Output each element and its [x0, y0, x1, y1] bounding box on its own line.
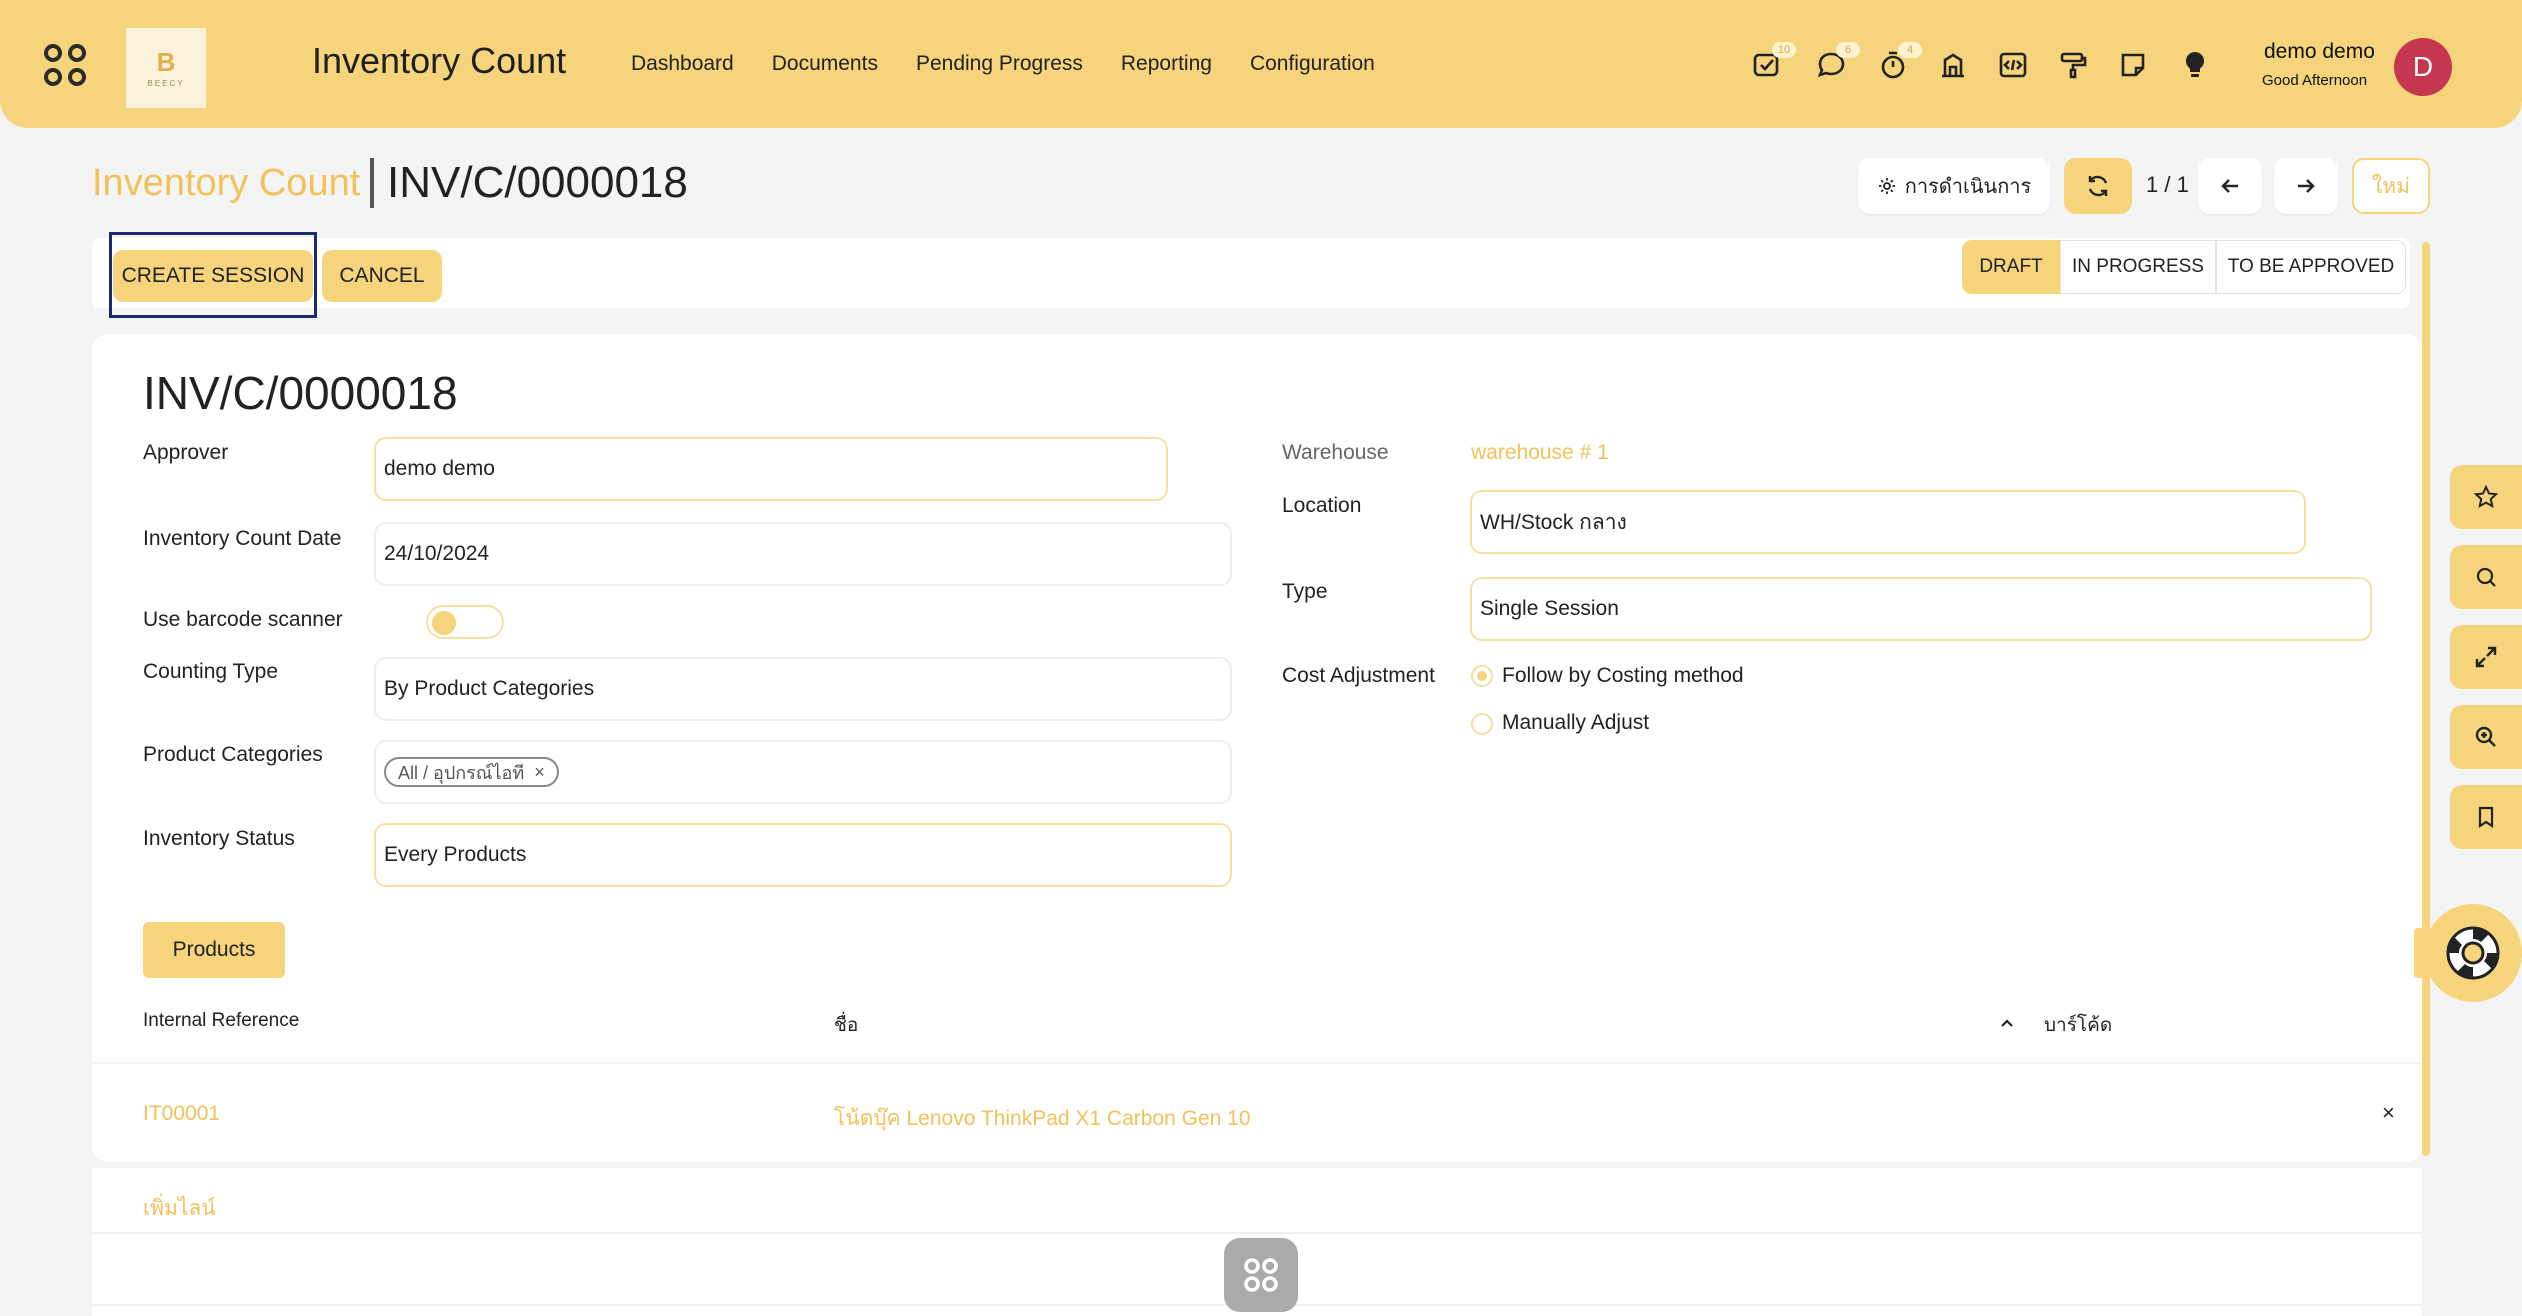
- radio-follow-costing-label[interactable]: Follow by Costing method: [1502, 664, 1744, 688]
- user-greeting: Good Afternoon: [2262, 72, 2368, 89]
- apps-grid-icon: [1244, 1258, 1278, 1292]
- activity-badge: 10: [1772, 42, 1796, 58]
- warehouse-link[interactable]: warehouse # 1: [1471, 441, 1609, 465]
- warehouse-label: Warehouse: [1282, 441, 1389, 464]
- bookmark-icon: [2478, 806, 2494, 829]
- document-title: INV/C/0000018: [143, 367, 458, 419]
- menu-dashboard[interactable]: Dashboard: [631, 52, 734, 76]
- type-label: Type: [1282, 580, 1328, 603]
- tab-products[interactable]: Products: [143, 922, 285, 978]
- stage-to-be-approved[interactable]: TO BE APPROVED: [2216, 240, 2406, 294]
- arrow-left-icon: [2221, 179, 2238, 193]
- location-field[interactable]: WH/Stock กลาง: [1470, 490, 2306, 554]
- messages-icon[interactable]: 6: [1814, 42, 1860, 82]
- type-field[interactable]: Single Session: [1470, 577, 2372, 641]
- counting-type-field[interactable]: By Product Categories: [374, 657, 1232, 721]
- previous-record-button[interactable]: [2198, 158, 2262, 214]
- row-internal-reference[interactable]: IT00001: [143, 1102, 220, 1126]
- stage-draft[interactable]: DRAFT: [1962, 240, 2060, 294]
- next-record-button[interactable]: [2274, 158, 2338, 214]
- barcode-label: Use barcode scanner: [143, 608, 343, 631]
- focus-highlight: [109, 232, 317, 318]
- column-internal-reference[interactable]: Internal Reference: [143, 1010, 299, 1032]
- user-name[interactable]: demo demo: [2264, 40, 2375, 64]
- cost-adjustment-label: Cost Adjustment: [1282, 664, 1435, 687]
- actions-button[interactable]: การดำเนินการ: [1858, 158, 2050, 214]
- bookmark-tool-button[interactable]: [2450, 785, 2522, 849]
- activity-icon[interactable]: 10: [1750, 42, 1796, 82]
- radio-follow-costing[interactable]: [1471, 665, 1493, 687]
- timer-icon[interactable]: 4: [1876, 42, 1922, 82]
- app-title[interactable]: Inventory Count: [312, 40, 566, 82]
- avatar[interactable]: D: [2394, 38, 2452, 96]
- divider: [92, 1232, 2422, 1234]
- inventory-status-field[interactable]: Every Products: [374, 823, 1232, 887]
- radio-manually-adjust[interactable]: [1471, 713, 1493, 735]
- breadcrumb-parent[interactable]: Inventory Count: [92, 162, 360, 205]
- refresh-icon: [2088, 175, 2108, 197]
- arrow-right-icon: [2298, 179, 2315, 193]
- bottom-apps-button[interactable]: [1224, 1238, 1298, 1312]
- bank-icon[interactable]: [1936, 48, 1970, 82]
- row-product-name[interactable]: โน้ตบุ๊ค Lenovo ThinkPad X1 Carbon Gen 1…: [834, 1102, 1251, 1135]
- timer-badge: 4: [1898, 42, 1922, 58]
- lightbulb-icon[interactable]: [2178, 48, 2212, 82]
- product-categories-field[interactable]: All / อุปกรณ์ไอที ×: [374, 740, 1232, 804]
- main-menu: Dashboard Documents Pending Progress Rep…: [631, 52, 1413, 76]
- add-line-link[interactable]: เพิ่มไลน์: [143, 1192, 216, 1225]
- category-tag[interactable]: All / อุปกรณ์ไอที ×: [384, 757, 559, 787]
- expand-tool-button[interactable]: [2450, 625, 2522, 689]
- breadcrumb-separator: [370, 158, 374, 208]
- counting-type-label: Counting Type: [143, 660, 279, 683]
- table-header-divider: [92, 1062, 2422, 1064]
- zoom-tool-button[interactable]: [2450, 705, 2522, 769]
- menu-documents[interactable]: Documents: [772, 52, 878, 76]
- menu-reporting[interactable]: Reporting: [1121, 52, 1212, 76]
- inventory-status-label: Inventory Status: [143, 827, 295, 850]
- apps-menu-icon[interactable]: [44, 44, 90, 90]
- logo-letter: B: [156, 46, 176, 77]
- stage-in-progress[interactable]: IN PROGRESS: [2060, 240, 2216, 294]
- code-icon[interactable]: [1996, 48, 2030, 82]
- search-tool-button[interactable]: [2450, 545, 2522, 609]
- messages-badge: 6: [1836, 42, 1860, 58]
- gear-icon: [1878, 178, 1895, 194]
- category-tag-label: All / อุปกรณ์ไอที: [398, 762, 525, 783]
- sort-ascending-icon[interactable]: [1998, 1014, 2016, 1032]
- menu-configuration[interactable]: Configuration: [1250, 52, 1375, 76]
- toggle-knob: [432, 611, 456, 635]
- expand-icon: [2475, 646, 2497, 668]
- status-stages: DRAFT IN PROGRESS TO BE APPROVED: [1962, 240, 2406, 294]
- cancel-button[interactable]: CANCEL: [322, 250, 442, 302]
- pager-value[interactable]: 1 / 1: [2146, 172, 2189, 198]
- support-lifebuoy-button[interactable]: [2424, 904, 2522, 1002]
- breadcrumb-current: INV/C/0000018: [387, 158, 688, 207]
- favorite-tool-button[interactable]: [2450, 465, 2522, 529]
- star-icon: [2473, 484, 2499, 509]
- menu-pending-progress[interactable]: Pending Progress: [916, 52, 1083, 76]
- radio-manually-adjust-label[interactable]: Manually Adjust: [1502, 711, 1649, 735]
- refresh-button[interactable]: [2064, 158, 2132, 214]
- column-name[interactable]: ชื่อ: [834, 1010, 858, 1040]
- search-icon: [2476, 567, 2496, 587]
- barcode-toggle[interactable]: [426, 605, 504, 639]
- company-logo: B BEECY: [126, 28, 206, 108]
- count-date-label: Inventory Count Date: [143, 527, 342, 550]
- location-label: Location: [1282, 494, 1362, 517]
- logo-text: BEECY: [147, 78, 185, 88]
- count-date-field[interactable]: 24/10/2024: [374, 522, 1232, 586]
- vertical-scrollbar[interactable]: [2422, 242, 2430, 1156]
- zoom-in-icon: [2475, 726, 2496, 747]
- approver-label: Approver: [143, 441, 229, 464]
- lifebuoy-icon: [2446, 926, 2500, 980]
- paint-roller-icon[interactable]: [2056, 48, 2090, 82]
- sticky-note-icon[interactable]: [2116, 48, 2150, 82]
- row-delete-icon[interactable]: ×: [2382, 1100, 2395, 1126]
- product-categories-label: Product Categories: [143, 743, 323, 766]
- actions-label: การดำเนินการ: [1904, 176, 2032, 198]
- new-button[interactable]: ใหม่: [2352, 158, 2430, 214]
- column-barcode[interactable]: บาร์โค้ด: [2044, 1010, 2112, 1040]
- approver-field[interactable]: demo demo: [374, 437, 1168, 501]
- tag-remove-icon[interactable]: ×: [534, 762, 545, 783]
